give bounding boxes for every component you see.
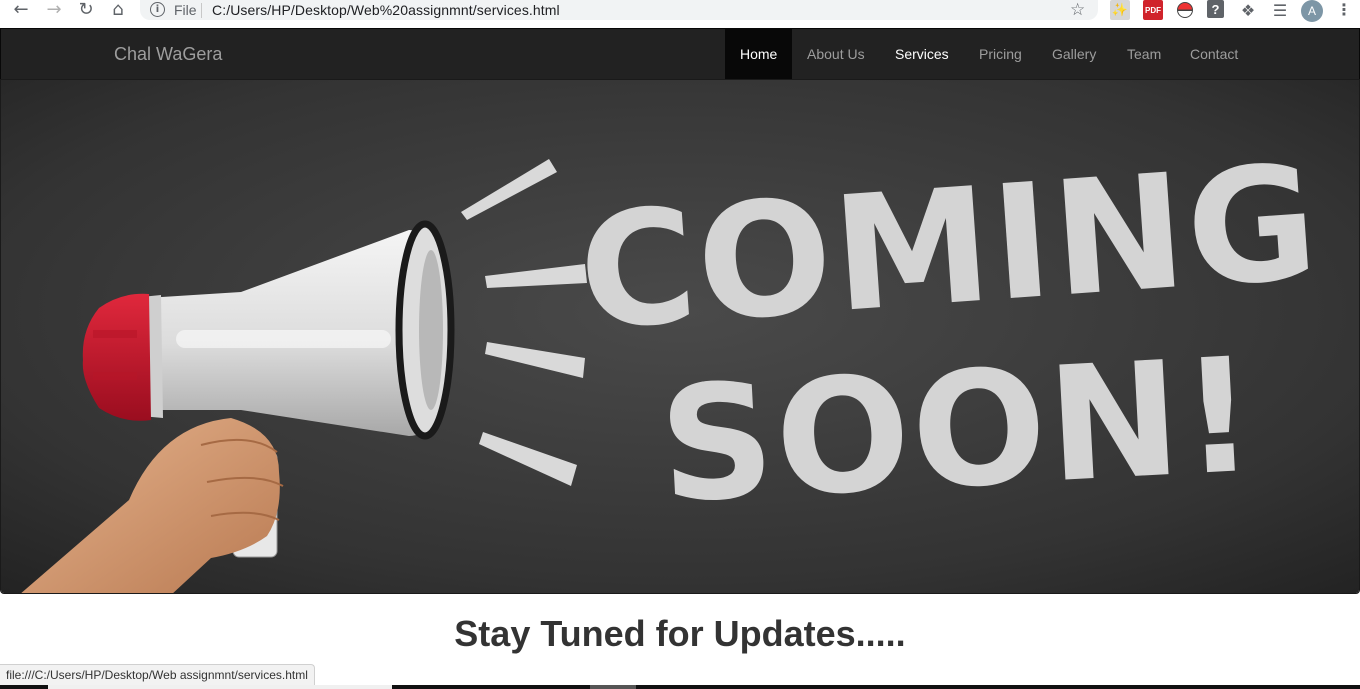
forward-arrow-icon[interactable]: → (42, 0, 66, 20)
back-arrow-icon[interactable]: ← (9, 0, 33, 20)
reload-icon[interactable]: ↻ (74, 0, 98, 20)
nav-gallery[interactable]: Gallery (1037, 29, 1111, 79)
extensions-puzzle-icon[interactable]: ❖ (1238, 0, 1258, 20)
taskbar-segment (48, 685, 392, 689)
nav-contact[interactable]: Contact (1175, 29, 1253, 79)
omnibox-divider (201, 3, 202, 18)
url-text[interactable]: C:/Users/HP/Desktop/Web%20assignmnt/serv… (212, 2, 560, 18)
browser-menu-icon[interactable]: ⋮ (1336, 0, 1352, 19)
nav-team[interactable]: Team (1112, 29, 1176, 79)
nav-home[interactable]: Home (725, 29, 793, 79)
page-tagline: Stay Tuned for Updates..... (454, 613, 906, 654)
profile-avatar[interactable]: A (1301, 0, 1323, 22)
hero-text-line2: SOON! (655, 324, 1261, 539)
site-navbar: Chal WaGera Home About Us Services Prici… (0, 28, 1360, 79)
nav-services[interactable]: Services (880, 29, 964, 79)
pdf-extension-icon[interactable]: PDF (1143, 0, 1163, 20)
help-extension-icon[interactable]: ? (1207, 0, 1224, 18)
media-queue-icon[interactable]: ☰ (1270, 0, 1290, 20)
address-bar[interactable]: i File C:/Users/HP/Desktop/Web%20assignm… (140, 0, 1098, 20)
nav-pricing[interactable]: Pricing (964, 29, 1037, 79)
taskbar-segment (590, 685, 636, 689)
nav-about-us[interactable]: About Us (792, 29, 880, 79)
bookmark-star-icon[interactable]: ☆ (1070, 0, 1085, 20)
file-scheme-label: File (174, 2, 197, 18)
site-brand[interactable]: Chal WaGera (114, 44, 222, 65)
taskbar-strip (0, 685, 1360, 689)
hero-coming-soon-image: COMING SOON! (0, 79, 1360, 594)
info-icon[interactable]: i (150, 2, 165, 17)
link-preview-status: file:///C:/Users/HP/Desktop/Web assignmn… (0, 664, 315, 685)
pokeball-extension-icon[interactable] (1175, 0, 1195, 20)
home-icon[interactable]: ⌂ (106, 0, 130, 20)
acrobat-extension-icon[interactable]: ✨ (1110, 0, 1130, 20)
browser-toolbar: ← → ↻ ⌂ i File C:/Users/HP/Desktop/Web%2… (0, 0, 1360, 28)
